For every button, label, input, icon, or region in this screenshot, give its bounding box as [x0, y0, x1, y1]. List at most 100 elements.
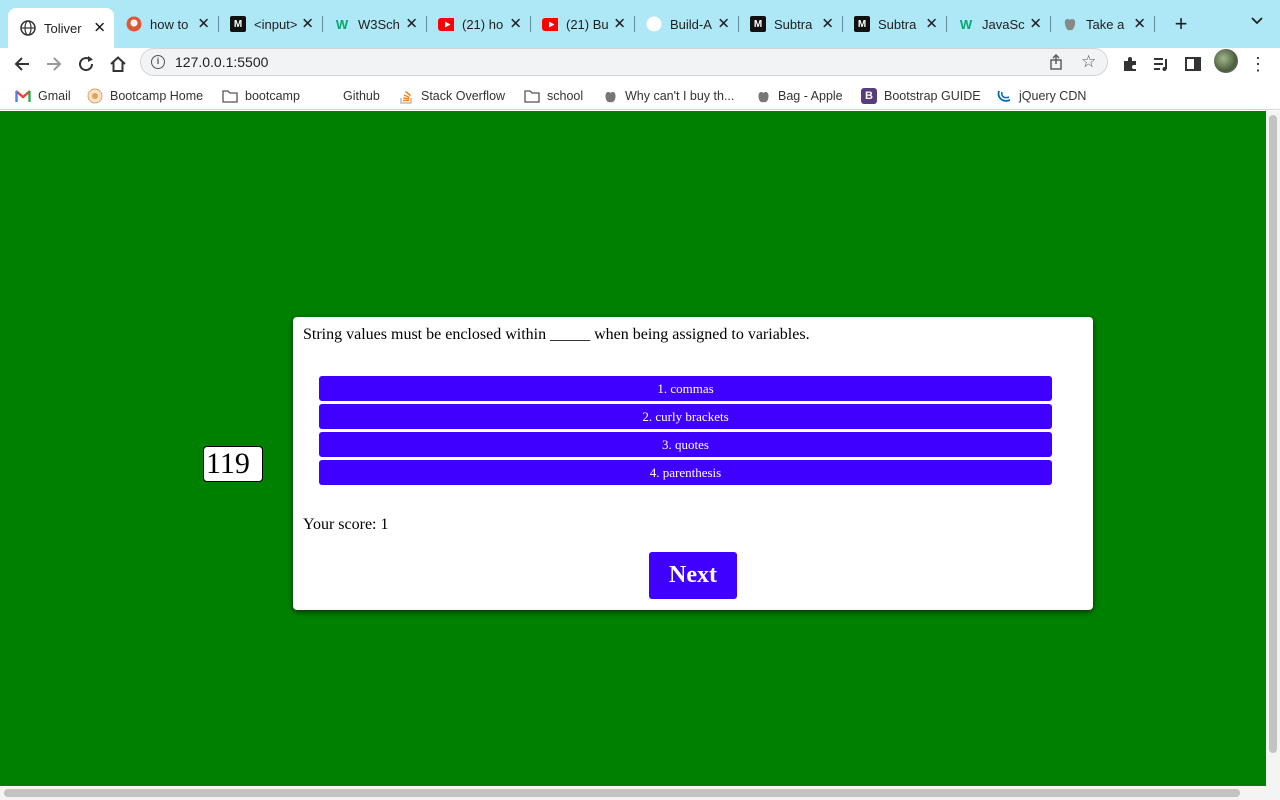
globe-icon [20, 20, 36, 36]
bookmark-label: Stack Overflow [421, 89, 506, 103]
tab-strip: Toliver ✕ how to ✕ M <input> ✕ W W3Sch ✕… [0, 0, 1280, 48]
close-tab-icon[interactable]: ✕ [717, 17, 730, 32]
close-tab-icon[interactable]: ✕ [509, 17, 522, 32]
apple-icon [755, 88, 771, 104]
tab-youtube-2[interactable]: (21) Bu ✕ [530, 8, 635, 40]
question-text: String values must be enclosed within __… [303, 326, 810, 343]
site-info-icon[interactable]: i [151, 55, 165, 69]
profile-avatar[interactable] [1214, 49, 1238, 73]
tab-toliver[interactable]: Toliver ✕ [8, 8, 114, 48]
youtube-icon [542, 16, 558, 32]
close-tab-icon[interactable]: ✕ [1029, 17, 1042, 32]
duckduckgo-icon [126, 16, 142, 32]
bookmark-folder-school[interactable]: school [524, 86, 583, 106]
bookmark-bootcamp-home[interactable]: Bootcamp Home [87, 86, 203, 106]
quiz-page: 119 String values must be enclosed withi… [0, 111, 1266, 786]
bookmark-label: bootcamp [245, 89, 300, 103]
tab-title: W3Sch [358, 16, 400, 32]
apple-icon [1062, 16, 1078, 32]
bookmark-star-icon[interactable]: ☆ [1081, 52, 1096, 72]
scrollbar-thumb[interactable] [4, 789, 1240, 797]
codepen-icon: M [750, 16, 766, 32]
tab-title: Take a [1086, 16, 1125, 32]
bootcamp-icon [87, 88, 103, 104]
close-tab-icon[interactable]: ✕ [925, 17, 938, 32]
bookmark-bag-apple[interactable]: Bag - Apple [755, 86, 843, 106]
tab-javascript[interactable]: W JavaSc ✕ [946, 8, 1051, 40]
tab-title: <input> [254, 16, 298, 32]
tab-title: JavaSc [982, 16, 1025, 32]
close-tab-icon[interactable]: ✕ [405, 17, 418, 32]
countdown-timer: 119 [203, 446, 263, 482]
question-card: String values must be enclosed within __… [293, 317, 1093, 610]
forward-arrow-icon[interactable] [40, 50, 68, 78]
home-icon[interactable] [104, 50, 132, 78]
new-tab-button[interactable]: + [1170, 12, 1192, 36]
bookmark-bootstrap-guide[interactable]: B Bootstrap GUIDE [861, 86, 981, 106]
close-tab-icon[interactable]: ✕ [1133, 17, 1146, 32]
bookmark-why-cant-i-buy[interactable]: Why can't I buy th... [602, 86, 734, 106]
tab-w3schools[interactable]: W W3Sch ✕ [322, 8, 427, 40]
stackoverflow-icon [398, 88, 414, 104]
codepen-icon: M [230, 16, 246, 32]
bookmark-label: school [547, 89, 584, 103]
close-tab-icon[interactable]: ✕ [821, 17, 834, 32]
tab-subtract-1[interactable]: M Subtra ✕ [738, 8, 843, 40]
reload-icon[interactable] [72, 50, 100, 78]
tab-title: (21) ho [462, 16, 504, 32]
side-panel-icon[interactable] [1181, 52, 1205, 76]
jquery-icon [996, 88, 1012, 104]
bookmark-github[interactable]: Github [320, 86, 380, 106]
horizontal-scrollbar[interactable] [0, 786, 1280, 800]
tab-title: Build-A [670, 16, 712, 32]
tab-how-to[interactable]: how to ✕ [114, 8, 219, 40]
browser-toolbar: i 127.0.0.1:5500 ☆ ⋮ [0, 48, 1280, 82]
bookmark-folder-bootcamp[interactable]: bootcamp [222, 86, 300, 106]
scrollbar-thumb[interactable] [1269, 115, 1277, 753]
youtube-icon [438, 16, 454, 32]
bootstrap-icon: B [861, 88, 877, 104]
folder-icon [222, 88, 238, 104]
address-bar[interactable]: i 127.0.0.1:5500 ☆ [140, 48, 1108, 76]
tab-youtube-1[interactable]: (21) ho ✕ [426, 8, 531, 40]
answer-button-4[interactable]: 4. parenthesis [319, 460, 1052, 485]
menu-kebab-icon[interactable]: ⋮ [1246, 52, 1270, 76]
answer-button-1[interactable]: 1. commas [319, 376, 1052, 401]
tab-subtract-2[interactable]: M Subtra ✕ [842, 8, 947, 40]
bookmark-label: Bag - Apple [778, 89, 843, 103]
folder-icon [524, 88, 540, 104]
extensions-puzzle-icon[interactable] [1118, 52, 1142, 76]
score-value: 1 [380, 516, 389, 533]
bookmark-jquery-cdn[interactable]: jQuery CDN [996, 86, 1086, 106]
media-playlist-icon[interactable] [1149, 52, 1173, 76]
tab-title: Toliver [44, 20, 82, 36]
tab-take-a[interactable]: Take a ✕ [1050, 8, 1155, 40]
tab-search-chevron-icon[interactable] [1248, 14, 1266, 34]
close-tab-icon[interactable]: ✕ [613, 17, 626, 32]
address-url[interactable]: 127.0.0.1:5500 [175, 54, 268, 70]
tab-title: Subtra [878, 16, 917, 32]
github-icon [320, 88, 336, 104]
share-icon[interactable] [1049, 54, 1065, 70]
bookmark-gmail[interactable]: Gmail [15, 86, 71, 106]
close-tab-icon[interactable]: ✕ [93, 21, 106, 36]
answer-button-3[interactable]: 3. quotes [319, 432, 1052, 457]
bookmark-label: jQuery CDN [1019, 89, 1087, 103]
tab-github[interactable]: Build-A ✕ [634, 8, 739, 40]
back-arrow-icon[interactable] [8, 50, 36, 78]
tab-input[interactable]: M <input> ✕ [218, 8, 323, 40]
vertical-scrollbar[interactable] [1266, 111, 1280, 786]
next-button[interactable]: Next [649, 552, 737, 599]
tab-title: (21) Bu [566, 16, 609, 32]
bookmark-label: Github [343, 89, 380, 103]
bookmark-label: Bootcamp Home [110, 89, 204, 103]
w3schools-icon: W [959, 16, 973, 32]
answer-button-2[interactable]: 2. curly brackets [319, 404, 1052, 429]
bookmark-stack-overflow[interactable]: Stack Overflow [398, 86, 505, 106]
close-tab-icon[interactable]: ✕ [197, 17, 210, 32]
bookmark-label: Gmail [38, 89, 71, 103]
apple-icon [602, 88, 618, 104]
tab-title: Subtra [774, 16, 813, 32]
bookmark-label: Bootstrap GUIDE [884, 89, 981, 103]
close-tab-icon[interactable]: ✕ [301, 17, 314, 32]
